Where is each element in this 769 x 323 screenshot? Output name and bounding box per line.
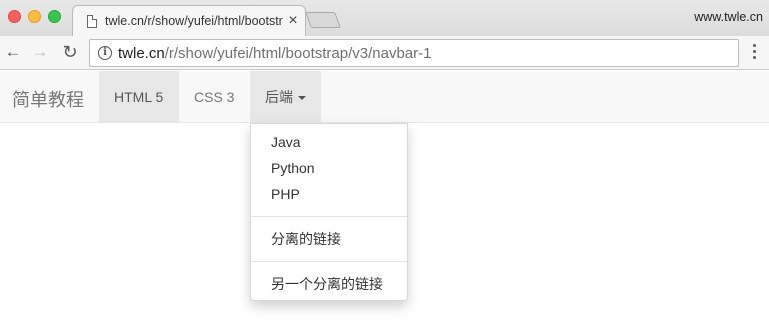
nav-item-label: HTML 5: [114, 89, 164, 105]
nav-item-label: 后端: [265, 89, 293, 105]
close-window-button[interactable]: [8, 10, 21, 23]
address-url[interactable]: twle.cn/r/show/yufei/html/bootstrap/v3/n…: [118, 45, 431, 62]
tab-title: twle.cn/r/show/yufei/html/bootstrap/v3/n…: [105, 14, 283, 28]
address-bar[interactable]: i twle.cn/r/show/yufei/html/bootstrap/v3…: [89, 39, 739, 67]
nav-item-html5[interactable]: HTML 5: [99, 71, 179, 122]
new-tab-button[interactable]: [305, 12, 341, 28]
nav-item-backend-dropdown[interactable]: 后端: [250, 71, 321, 122]
zoom-window-button[interactable]: [48, 10, 61, 23]
browser-tab[interactable]: twle.cn/r/show/yufei/html/bootstrap/v3/n…: [72, 5, 306, 36]
dropdown-item-another-separated-link[interactable]: 另一个分离的链接: [251, 271, 407, 297]
site-navbar: 简单教程 HTML 5 CSS 3 后端: [0, 71, 769, 123]
profile-label: www.twle.cn: [694, 10, 763, 24]
navbar-brand[interactable]: 简单教程: [12, 86, 84, 112]
document-icon: [87, 15, 97, 28]
reload-icon[interactable]: ↻: [60, 42, 80, 62]
caret-down-icon: [298, 96, 306, 101]
minimize-window-button[interactable]: [28, 10, 41, 23]
dropdown-item-java[interactable]: Java: [251, 129, 407, 155]
dropdown-item-php[interactable]: PHP: [251, 181, 407, 207]
nav-item-label: CSS 3: [194, 89, 235, 105]
dropdown-divider: [251, 261, 407, 262]
dropdown-menu: Java Python PHP 分离的链接 另一个分离的链接: [250, 123, 408, 301]
url-host: twle.cn: [118, 45, 165, 62]
browser-toolbar: ← → ↻ i twle.cn/r/show/yufei/html/bootst…: [0, 36, 769, 70]
dropdown-item-python[interactable]: Python: [251, 155, 407, 181]
nav-item-css3[interactable]: CSS 3: [179, 71, 250, 122]
url-path: /r/show/yufei/html/bootstrap/v3/navbar-1: [164, 45, 432, 62]
browser-menu-icon[interactable]: [752, 44, 758, 62]
info-icon[interactable]: i: [98, 46, 112, 60]
forward-arrow-icon[interactable]: →: [30, 42, 50, 62]
close-tab-icon[interactable]: ×: [285, 12, 301, 30]
dropdown-item-separated-link[interactable]: 分离的链接: [251, 226, 407, 252]
dropdown-divider: [251, 216, 407, 217]
back-arrow-icon[interactable]: ←: [3, 42, 23, 62]
browser-titlebar: twle.cn/r/show/yufei/html/bootstrap/v3/n…: [0, 0, 769, 36]
